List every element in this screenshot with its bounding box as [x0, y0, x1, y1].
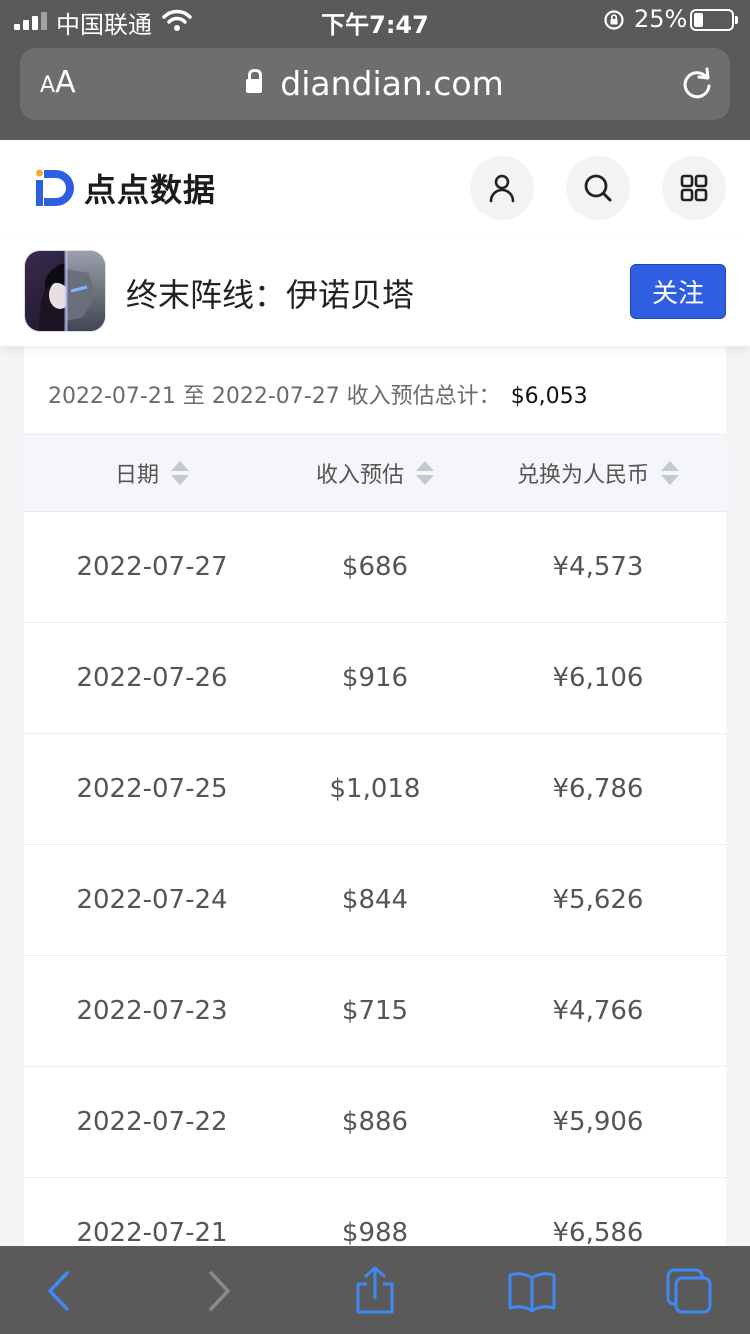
forward-icon[interactable]: [192, 1266, 242, 1316]
cell-revenue: $686: [341, 552, 409, 582]
cell-revenue: $988: [341, 1218, 409, 1246]
cell-date: 2022-07-23: [76, 996, 228, 1026]
url-text[interactable]: diandian.com: [20, 64, 730, 103]
table-row: 2022-07-25 $1,018 ¥6,786: [24, 734, 726, 845]
cell-date: 2022-07-27: [76, 552, 228, 582]
battery-percent: 25%: [634, 5, 688, 33]
table-row: 2022-07-24 $844 ¥5,626: [24, 845, 726, 956]
bookmarks-icon[interactable]: [507, 1266, 557, 1316]
revenue-panel: 2022-07-21 至 2022-07-27 收入预估总计： $6,053 日期…: [24, 346, 726, 1246]
header-date[interactable]: 日期: [24, 435, 280, 511]
cell-rmb: ¥4,573: [552, 552, 644, 582]
cell-rmb: ¥6,786: [552, 774, 644, 804]
address-bar[interactable]: AA diandian.com: [20, 48, 730, 120]
cell-date: 2022-07-26: [76, 663, 228, 693]
table-row: 2022-07-27 $686 ¥4,573: [24, 512, 726, 623]
cell-revenue: $916: [341, 663, 409, 693]
cell-revenue: $1,018: [329, 774, 421, 804]
user-icon: [489, 174, 515, 203]
cell-rmb: ¥6,586: [552, 1218, 644, 1246]
revenue-summary: 2022-07-21 至 2022-07-27 收入预估总计： $6,053: [48, 378, 588, 410]
logo-mark-icon: [36, 169, 74, 206]
cell-date: 2022-07-22: [76, 1107, 228, 1137]
cell-revenue: $886: [341, 1107, 409, 1137]
orientation-lock-icon: [604, 10, 624, 30]
cell-rmb: ¥4,766: [552, 996, 644, 1026]
table-row: 2022-07-26 $916 ¥6,106: [24, 623, 726, 734]
back-icon[interactable]: [36, 1266, 86, 1316]
logo-text: 点点数据: [84, 171, 217, 209]
battery-icon: [690, 9, 738, 31]
cell-date: 2022-07-21: [76, 1218, 228, 1246]
reload-icon[interactable]: [680, 66, 714, 102]
search-icon: [584, 174, 612, 202]
table-row: 2022-07-23 $715 ¥4,766: [24, 956, 726, 1067]
header-rmb[interactable]: 兑换为人民币: [470, 435, 726, 511]
app-artwork-icon: [25, 251, 105, 331]
search-button[interactable]: [566, 156, 630, 220]
summary-range: 2022-07-21 至 2022-07-27 收入预估总计：: [48, 384, 501, 409]
cell-revenue: $844: [341, 885, 409, 915]
app-name: 终末阵线：伊诺贝塔: [126, 276, 415, 314]
cell-rmb: ¥5,626: [552, 885, 644, 915]
cell-revenue: $715: [341, 996, 409, 1026]
cell-rmb: ¥6,106: [552, 663, 644, 693]
follow-button[interactable]: 关注: [630, 264, 726, 319]
cell-rmb: ¥5,906: [552, 1107, 644, 1137]
sort-icon[interactable]: [416, 460, 434, 486]
share-icon[interactable]: [350, 1266, 400, 1316]
sort-icon[interactable]: [661, 460, 679, 486]
browser-top: 中国联通 下午7:47 25% AA diandian.com: [0, 0, 750, 140]
menu-button[interactable]: [662, 156, 726, 220]
lock-icon: [246, 69, 263, 93]
app-icon[interactable]: [24, 250, 106, 332]
sort-icon[interactable]: [171, 460, 189, 486]
browser-toolbar: [0, 1246, 750, 1334]
status-bar: 中国联通 下午7:47 25%: [0, 0, 750, 40]
cell-date: 2022-07-25: [76, 774, 228, 804]
summary-total: $6,053: [510, 384, 588, 409]
grid-menu-icon: [680, 174, 708, 202]
tabs-icon[interactable]: [664, 1266, 714, 1316]
site-header: 点点数据: [0, 140, 750, 236]
header-revenue[interactable]: 收入预估: [280, 435, 470, 511]
table-row: 2022-07-21 $988 ¥6,586: [24, 1178, 726, 1246]
user-button[interactable]: [470, 156, 534, 220]
table-row: 2022-07-22 $886 ¥5,906: [24, 1067, 726, 1178]
site-logo[interactable]: 点点数据: [34, 164, 216, 212]
cell-date: 2022-07-24: [76, 885, 228, 915]
table-header: 日期 收入预估 兑换为人民币: [24, 434, 726, 512]
app-bar: 终末阵线：伊诺贝塔 关注: [0, 236, 750, 346]
